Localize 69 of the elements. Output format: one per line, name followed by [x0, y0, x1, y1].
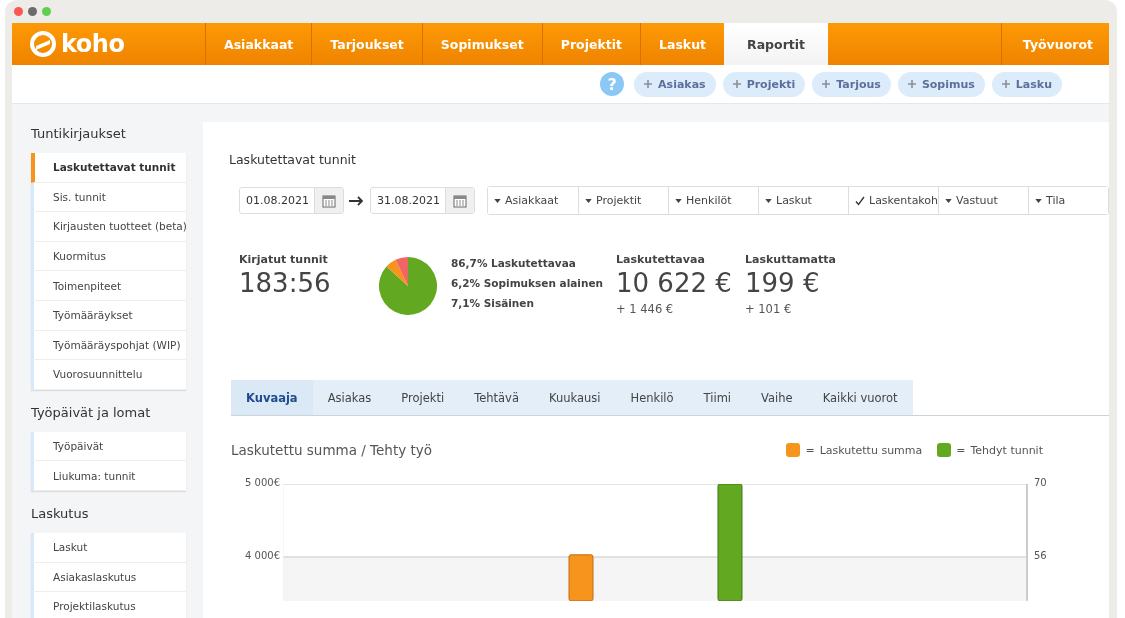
sidebar-item[interactable]: Asiakaslaskutus [31, 562, 186, 593]
legend-label: Laskutettu summa [819, 443, 923, 457]
logo-icon [30, 31, 56, 57]
add-button[interactable]: Lasku [991, 71, 1062, 97]
sidebar-item[interactable]: Laskut [31, 532, 186, 563]
stat-label: Laskutettavaa [616, 253, 706, 266]
plus-icon [644, 80, 653, 88]
sidebar-item[interactable]: Sis. tunnit [31, 182, 186, 213]
calendar-icon[interactable] [453, 193, 467, 208]
axis-label: 5 000€ [245, 477, 280, 488]
nav-tab[interactable]: Raportit [724, 23, 829, 65]
stat-value: 183:56 [239, 268, 332, 298]
stat-change: + 1 446 € [616, 302, 675, 316]
view-tab[interactable]: Projekti [386, 380, 460, 415]
axis-label: 70 [1034, 477, 1047, 488]
view-tab[interactable]: Kuvaaja [231, 380, 313, 415]
plus-icon [1001, 80, 1010, 88]
date-field[interactable]: 01.08.2021 [239, 187, 344, 214]
chart-bar [568, 554, 594, 601]
sidebar-heading: Työpäivät ja lomat [31, 403, 152, 422]
filter-dropdown[interactable]: Laskentakoh [848, 187, 938, 214]
legend-equals: = [805, 443, 815, 457]
minimize-dot[interactable] [28, 7, 37, 16]
add-button[interactable]: Tarjous [812, 71, 891, 97]
view-tab[interactable]: Kuukausi [533, 380, 616, 415]
sidebar-heading: Laskutus [31, 504, 90, 523]
chart-title: Laskutettu summa / Tehty työ [231, 442, 433, 458]
view-tab[interactable]: Tiimi [688, 380, 747, 415]
axis-label: 56 [1034, 550, 1047, 561]
sidebar-heading: Tuntikirjaukset [31, 125, 127, 143]
arrow-icon [349, 195, 365, 206]
sidebar-item[interactable]: Projektilaskutus [31, 592, 186, 618]
axis-label: 4 000€ [245, 550, 280, 561]
sidebar-item[interactable]: Kuormitus [31, 241, 186, 272]
plus-icon [822, 80, 831, 88]
view-tab[interactable]: Asiakas [312, 380, 387, 415]
stat-change: + 101 € [745, 302, 793, 316]
stat-label: Laskuttamatta [745, 253, 837, 266]
sidebar-item[interactable]: Vuorosuunnittelu [31, 360, 186, 390]
date-field[interactable]: 31.08.2021 [370, 187, 475, 214]
view-tab[interactable]: Henkilö [615, 380, 689, 415]
pie-legend-text: 6,2% Sopimuksen alainen [451, 277, 604, 289]
page-title: Laskutettavat tunnit [229, 152, 357, 167]
plus-icon [907, 80, 916, 88]
sidebar-item[interactable]: Kirjausten tuotteet (beta) [31, 212, 186, 242]
legend-label: Tehdyt tunnit [970, 443, 1043, 457]
close-dot[interactable] [14, 7, 23, 16]
sidebar-item[interactable]: Työpäivät [31, 431, 186, 462]
legend-equals: = [956, 443, 966, 457]
add-button[interactable]: Asiakas [634, 71, 716, 97]
view-tab[interactable]: Tehtävä [459, 380, 534, 415]
add-button[interactable]: Sopimus [897, 71, 985, 97]
stat-value: 10 622 € [616, 268, 733, 298]
calendar-icon[interactable] [322, 193, 336, 208]
sidebar-item[interactable]: Toimenpiteet [31, 271, 186, 301]
stat-value: 199 € [745, 268, 821, 298]
sidebar-item[interactable]: Työmääräykset [31, 300, 186, 331]
pie-legend-text: 7,1% Sisäinen [451, 297, 535, 309]
plus-icon [732, 80, 741, 88]
add-button[interactable]: Projekti [722, 71, 806, 97]
sidebar-item[interactable]: Liukuma: tunnit [31, 461, 186, 491]
view-tab[interactable]: Kaikki vuorot [807, 380, 913, 415]
sidebar-item[interactable]: Työmääräyspohjat (WIP) [31, 330, 186, 361]
zoom-dot[interactable] [42, 7, 51, 16]
view-tab[interactable]: Vaihe [746, 380, 808, 415]
filter-dropdown[interactable]: Tila [1028, 187, 1108, 214]
sidebar-item[interactable]: Laskutettavat tunnit [31, 153, 186, 183]
stat-label: Kirjatut tunnit [239, 253, 329, 266]
pie-legend-text: 86,7% Laskutettavaa [451, 257, 577, 269]
